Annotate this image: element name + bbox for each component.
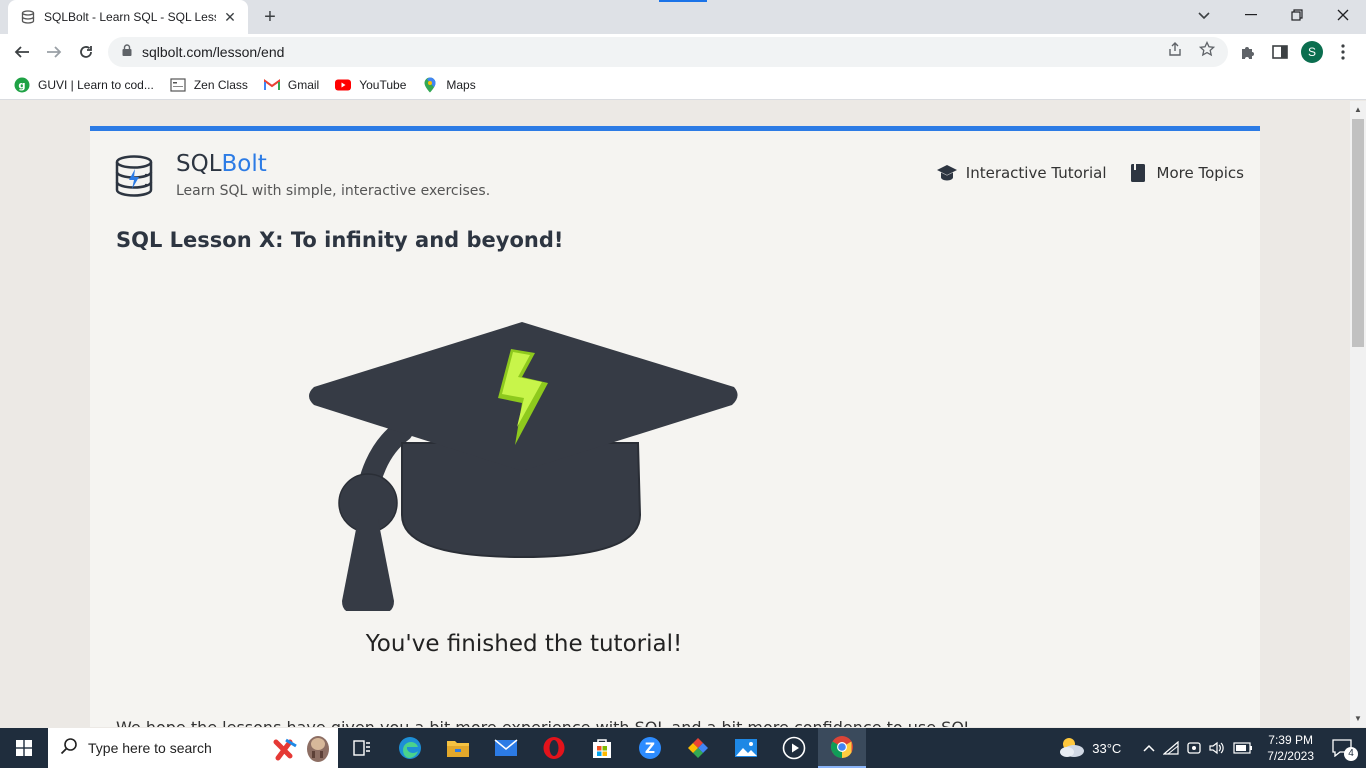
search-highlight-icon[interactable] (272, 732, 332, 768)
bookmark-guvi[interactable]: g GUVI | Learn to cod... (14, 77, 154, 93)
file-explorer-icon[interactable] (434, 728, 482, 768)
camera-meet-icon[interactable] (1187, 741, 1201, 755)
photos-app-icon[interactable] (722, 728, 770, 768)
guvi-icon: g (14, 77, 30, 93)
show-hidden-icons-chevron-icon[interactable] (1143, 744, 1155, 752)
task-view-icon[interactable] (338, 728, 386, 768)
gmail-icon (263, 77, 280, 93)
edge-icon[interactable] (386, 728, 434, 768)
notification-count-badge: 4 (1344, 747, 1358, 761)
page-scrollbar[interactable]: ▲ ▼ (1350, 101, 1366, 727)
scroll-down-icon[interactable]: ▼ (1354, 714, 1362, 723)
brand-bolt: Bolt (221, 151, 267, 177)
windows-start-icon[interactable] (0, 728, 48, 768)
clock-date: 7/2/2023 (1267, 749, 1314, 763)
svg-text:g: g (18, 80, 25, 91)
mail-icon[interactable] (482, 728, 530, 768)
youtube-icon (335, 77, 352, 93)
windows-taskbar: Type here to search Z 33°C 7:39 PM 7/2/2… (0, 728, 1366, 768)
zoom-icon[interactable]: Z (626, 728, 674, 768)
bookmarks-bar: g GUVI | Learn to cod... Zen Class Gmail… (0, 70, 1366, 100)
lesson-title: SQL Lesson X: To infinity and beyond! (116, 228, 564, 252)
extensions-puzzle-icon[interactable] (1238, 42, 1258, 62)
new-tab-button[interactable]: + (258, 6, 282, 28)
reload-icon[interactable] (72, 38, 100, 66)
nav-label: More Topics (1156, 164, 1245, 182)
lock-icon[interactable] (122, 43, 132, 61)
site-tagline: Learn SQL with simple, interactive exerc… (176, 183, 491, 199)
tab-search-chevron-icon[interactable] (1192, 6, 1216, 26)
bookmark-label: Gmail (287, 77, 320, 92)
clock-time: 7:39 PM (1268, 733, 1313, 747)
temperature: 33°C (1092, 740, 1122, 756)
tab-strip-accent (659, 0, 707, 2)
weather-widget[interactable]: 33°C (1058, 736, 1121, 761)
nav-interactive-tutorial[interactable]: Interactive Tutorial (936, 163, 1107, 183)
finished-message: You've finished the tutorial! (365, 631, 683, 657)
address-bar[interactable]: sqlbolt.com/lesson/end (108, 37, 1228, 67)
system-tray: 33°C 7:39 PM 7/2/2023 4 (1058, 728, 1366, 768)
bookmark-label: YouTube (359, 77, 407, 92)
tab-strip: SQLBolt - Learn SQL - SQL Lesso ✕ + (0, 0, 1366, 34)
bookmark-label: GUVI | Learn to cod... (38, 77, 154, 92)
browser-tab-sqlbolt[interactable]: SQLBolt - Learn SQL - SQL Lesso ✕ (8, 0, 248, 34)
scrollbar-thumb[interactable] (1352, 119, 1364, 347)
zen-class-icon (170, 77, 186, 93)
bookmark-label: Zen Class (193, 77, 248, 92)
book-icon (1127, 163, 1149, 183)
volume-icon[interactable] (1209, 741, 1225, 755)
media-player-icon[interactable] (770, 728, 818, 768)
close-window-icon[interactable] (1320, 0, 1366, 30)
bookmark-gmail[interactable]: Gmail (263, 77, 320, 93)
opera-icon[interactable] (530, 728, 578, 768)
search-icon (60, 737, 78, 760)
side-panel-icon[interactable] (1270, 42, 1290, 62)
window-controls (1228, 0, 1366, 30)
brand-sql: SQL (176, 151, 222, 177)
close-tab-icon[interactable]: ✕ (222, 9, 238, 26)
graduation-cap-icon (936, 163, 958, 183)
scroll-up-icon[interactable]: ▲ (1354, 105, 1362, 114)
content-card: SQLBolt Learn SQL with simple, interacti… (90, 126, 1260, 727)
photos-icon[interactable] (674, 728, 722, 768)
share-icon[interactable] (1167, 41, 1183, 57)
partly-cloudy-icon (1058, 736, 1086, 761)
nav-more-topics[interactable]: More Topics (1127, 163, 1245, 183)
tab-title: SQLBolt - Learn SQL - SQL Lesso (44, 10, 216, 24)
sqlbolt-logo-icon[interactable] (114, 155, 154, 199)
site-brand[interactable]: SQLBolt (176, 151, 267, 177)
taskbar-search-box[interactable]: Type here to search (48, 728, 338, 768)
maps-icon (422, 77, 438, 93)
page-viewport: SQLBolt Learn SQL with simple, interacti… (0, 101, 1350, 727)
svg-text:Z: Z (645, 741, 655, 757)
sqlbolt-favicon-icon (20, 9, 36, 25)
notifications-icon[interactable]: 4 (1332, 739, 1358, 761)
clock[interactable]: 7:39 PM 7/2/2023 (1267, 732, 1314, 764)
menu-kebab-icon[interactable] (1333, 42, 1353, 62)
back-arrow-icon[interactable] (8, 38, 36, 66)
lesson-body-text: We hope the lessons have given you a bit… (116, 718, 973, 727)
network-icon[interactable] (1163, 741, 1179, 755)
top-nav: Interactive Tutorial More Topics (916, 163, 1244, 183)
graduation-cap-illustration (309, 322, 738, 611)
battery-icon[interactable] (1233, 742, 1253, 754)
store-icon[interactable] (578, 728, 626, 768)
nav-label: Interactive Tutorial (965, 164, 1107, 182)
chrome-icon[interactable] (818, 728, 866, 768)
forward-arrow-icon[interactable] (40, 38, 68, 66)
search-placeholder: Type here to search (88, 740, 212, 756)
minimize-icon[interactable] (1228, 0, 1274, 30)
url-text[interactable]: sqlbolt.com/lesson/end (142, 44, 284, 60)
bookmark-youtube[interactable]: YouTube (335, 77, 406, 93)
bookmark-zen-class[interactable]: Zen Class (170, 77, 248, 93)
bookmark-maps[interactable]: Maps (422, 77, 476, 93)
bookmark-label: Maps (446, 77, 476, 92)
restore-icon[interactable] (1274, 0, 1320, 30)
browser-toolbar: sqlbolt.com/lesson/end S (0, 34, 1366, 70)
profile-avatar[interactable]: S (1301, 41, 1323, 63)
bookmark-star-icon[interactable] (1199, 41, 1215, 57)
